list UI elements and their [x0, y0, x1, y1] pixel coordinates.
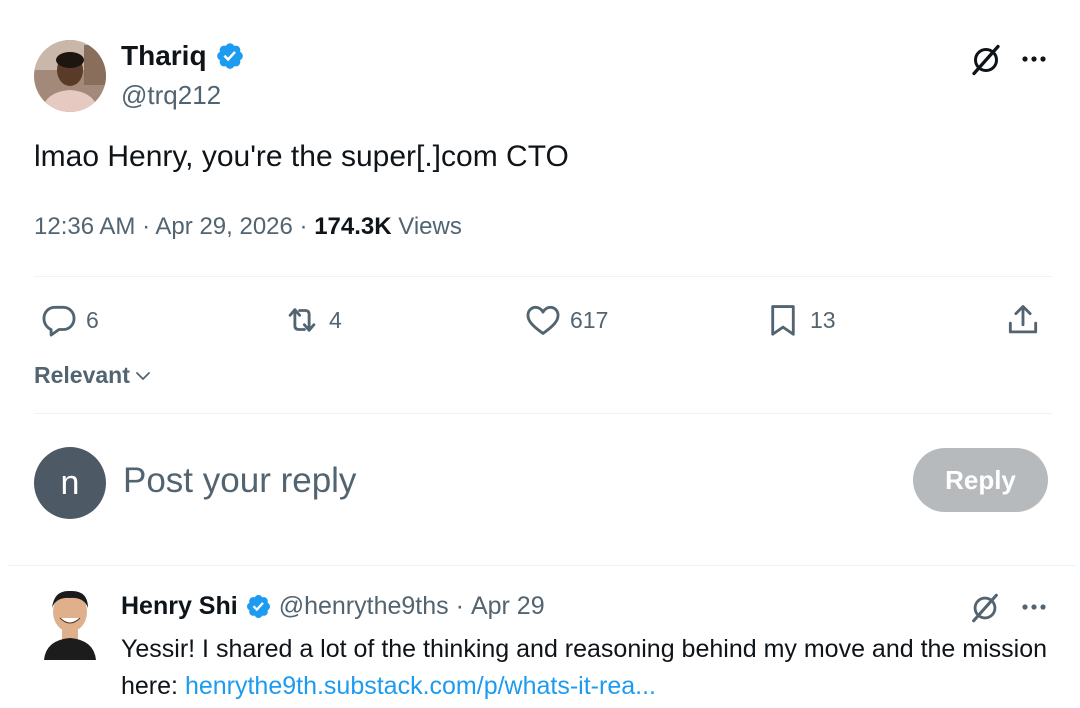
author-name[interactable]: Thariq [121, 40, 207, 72]
sort-dropdown[interactable]: Relevant [34, 362, 152, 389]
bookmark-count: 13 [810, 306, 836, 333]
like-count: 617 [570, 306, 609, 333]
repost-action[interactable]: 4 [283, 300, 342, 340]
sort-label: Relevant [34, 362, 130, 388]
tweet-meta: 12:36 AM · Apr 29, 2026 · 174.3K Views [34, 213, 462, 241]
reply-input[interactable] [123, 455, 883, 507]
repost-count: 4 [329, 306, 342, 333]
reply-button[interactable]: Reply [913, 448, 1048, 512]
author-name-row[interactable]: Thariq [121, 40, 245, 72]
tweet-date[interactable]: Apr 29, 2026 [155, 213, 292, 240]
more-icon[interactable] [1018, 48, 1050, 70]
author-avatar[interactable] [34, 40, 106, 112]
reply-header: Henry Shi @henrythe9ths · Apr 29 [121, 592, 545, 621]
meta-separator: · [142, 213, 151, 240]
reply-icon [42, 305, 76, 337]
tweet-text: lmao Henry, you're the super[.]com CTO [34, 140, 569, 173]
tweet-time[interactable]: 12:36 AM [34, 213, 135, 240]
reply-date[interactable]: Apr 29 [471, 592, 545, 621]
divider [34, 413, 1052, 414]
reply-text: Yessir! I shared a lot of the thinking a… [121, 631, 1061, 705]
views-count: 174.3K [314, 213, 392, 240]
reply-author-handle[interactable]: @henrythe9ths [279, 592, 449, 621]
grok-icon[interactable] [968, 591, 1002, 625]
current-user-avatar-letter: n [60, 463, 80, 502]
author-handle[interactable]: @trq212 [121, 80, 221, 111]
meta-separator: · [455, 592, 464, 620]
reply-author-avatar-image [44, 590, 96, 660]
more-icon[interactable] [1018, 596, 1050, 618]
views-label: Views [398, 213, 462, 240]
reply-author-avatar[interactable] [42, 588, 98, 660]
verified-badge-icon [216, 43, 243, 69]
verified-badge-icon [246, 594, 270, 619]
bookmark-action[interactable]: 13 [764, 300, 836, 340]
like-action[interactable]: 617 [524, 300, 608, 340]
reply-link[interactable]: henrythe9th.substack.com/p/whats-it-rea.… [185, 672, 656, 700]
share-icon [1008, 305, 1038, 334]
repost-icon [288, 308, 316, 332]
meta-separator: · [299, 213, 308, 240]
divider [8, 565, 1076, 566]
share-action[interactable] [1004, 300, 1042, 340]
reply-action[interactable]: 6 [40, 300, 99, 340]
current-user-avatar[interactable]: n [34, 447, 106, 519]
chevron-down-icon [135, 371, 150, 380]
like-icon [526, 305, 560, 335]
reply-author-name[interactable]: Henry Shi [121, 592, 238, 621]
bookmark-icon [771, 305, 795, 336]
divider [34, 276, 1052, 277]
grok-icon[interactable] [968, 42, 1004, 78]
reply-count: 6 [86, 306, 99, 333]
author-avatar-image [34, 40, 106, 112]
